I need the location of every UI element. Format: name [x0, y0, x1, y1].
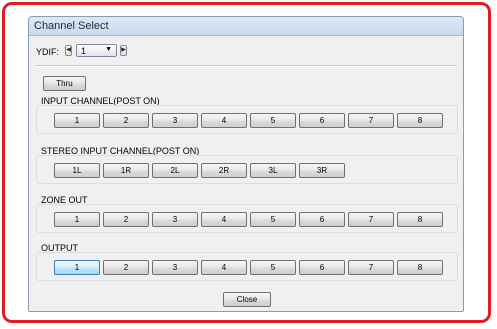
output-button-3[interactable]: 3 [152, 260, 198, 275]
ydif-select[interactable]: 1 ▼ [76, 44, 117, 57]
close-button[interactable]: Close [223, 292, 271, 307]
stereo-input-channel-button-1l[interactable]: 1L [54, 163, 100, 178]
zone-out-button-6[interactable]: 6 [299, 212, 345, 227]
zone-out-button-3[interactable]: 3 [152, 212, 198, 227]
channel-select-dialog: Channel Select YDIF: ◀ 1 ▼ ▶ Thru INPUT … [28, 16, 464, 312]
ydif-next-button[interactable]: ▶ [120, 45, 127, 56]
input-channel-button-7[interactable]: 7 [348, 113, 394, 128]
output-button-8[interactable]: 8 [397, 260, 443, 275]
triangle-right-icon: ▶ [121, 47, 126, 53]
input-channel-button-2[interactable]: 2 [103, 113, 149, 128]
stereo-input-channel-button-3r[interactable]: 3R [299, 163, 345, 178]
zone-out-button-4[interactable]: 4 [201, 212, 247, 227]
thru-button[interactable]: Thru [43, 76, 86, 91]
input-channel-button-1[interactable]: 1 [54, 113, 100, 128]
title-bar: Channel Select [29, 17, 463, 36]
chevron-down-icon: ▼ [105, 46, 112, 53]
stereo-input-channel-button-2l[interactable]: 2L [152, 163, 198, 178]
triangle-left-icon: ◀ [66, 47, 71, 53]
zone-out-button-5[interactable]: 5 [250, 212, 296, 227]
stereo-input-channel-button-3l[interactable]: 3L [250, 163, 296, 178]
ydif-select-value: 1 [81, 46, 87, 56]
zone-out-button-2[interactable]: 2 [103, 212, 149, 227]
ydif-label: YDIF: [36, 47, 60, 57]
output-button-5[interactable]: 5 [250, 260, 296, 275]
stereo-input-channel-button-1r[interactable]: 1R [103, 163, 149, 178]
input-channel-button-4[interactable]: 4 [201, 113, 247, 128]
output-button-2[interactable]: 2 [103, 260, 149, 275]
output-button-6[interactable]: 6 [299, 260, 345, 275]
input-channel-button-8[interactable]: 8 [397, 113, 443, 128]
input-channel-button-6[interactable]: 6 [299, 113, 345, 128]
window-title: Channel Select [34, 20, 109, 32]
output-button-4[interactable]: 4 [201, 260, 247, 275]
input-channel-button-5[interactable]: 5 [250, 113, 296, 128]
input-channel-button-3[interactable]: 3 [152, 113, 198, 128]
output-button-1[interactable]: 1 [54, 260, 100, 275]
separator [35, 65, 457, 67]
output-button-7[interactable]: 7 [348, 260, 394, 275]
ydif-prev-button[interactable]: ◀ [65, 45, 72, 56]
zone-out-button-1[interactable]: 1 [54, 212, 100, 227]
zone-out-button-8[interactable]: 8 [397, 212, 443, 227]
stereo-input-channel-button-2r[interactable]: 2R [201, 163, 247, 178]
zone-out-button-7[interactable]: 7 [348, 212, 394, 227]
